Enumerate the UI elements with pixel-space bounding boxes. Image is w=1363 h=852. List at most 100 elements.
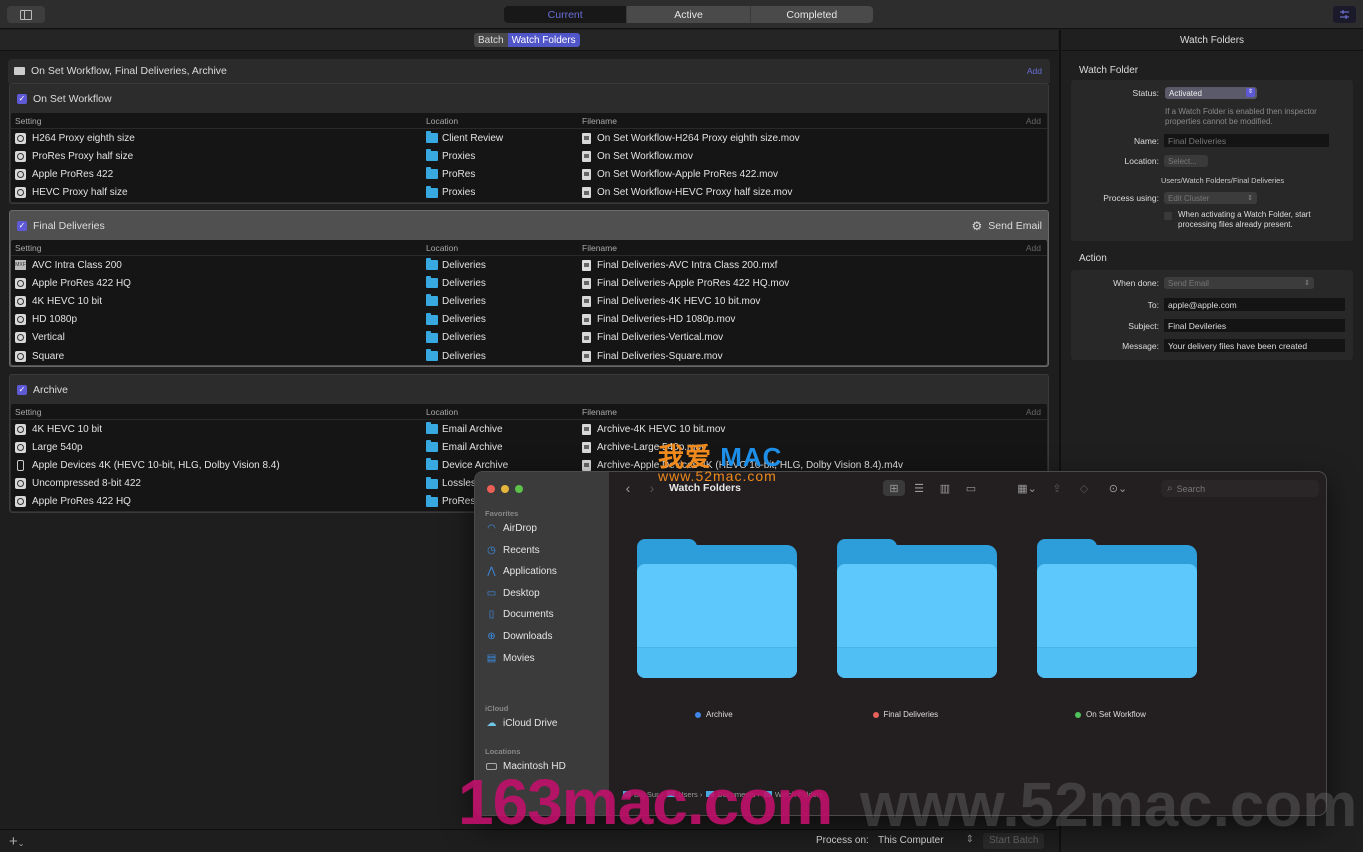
output-filename: Archive-Large 540p.mov	[597, 441, 706, 453]
tag-button[interactable]: ◇	[1075, 480, 1093, 496]
sidebar-item-airdrop[interactable]: ◠ AirDrop	[486, 523, 537, 534]
column-setting[interactable]: Setting	[15, 407, 41, 417]
share-button[interactable]: ⇪	[1049, 480, 1065, 496]
column-location[interactable]: Location	[426, 116, 458, 126]
icon-view-button[interactable]: ⊞	[883, 480, 905, 496]
enable-checkbox[interactable]: ✓	[17, 93, 27, 104]
tab-batch[interactable]: Batch	[474, 33, 508, 47]
inspector-toggle-button[interactable]	[1333, 6, 1356, 23]
group-button[interactable]: ▦⌄	[1014, 480, 1040, 496]
enable-checkbox[interactable]: ✓	[17, 220, 27, 231]
sidebar-item-documents[interactable]: ▯ Documents	[486, 609, 554, 620]
sidebar-item-movies[interactable]: ▤ Movies	[486, 653, 535, 664]
column-setting[interactable]: Setting	[15, 243, 41, 253]
tab-completed[interactable]: Completed	[751, 6, 873, 23]
enable-checkbox[interactable]: ✓	[17, 384, 27, 395]
add-setting-button[interactable]: Add	[1026, 243, 1041, 253]
add-setting-button[interactable]: Add	[1026, 407, 1041, 417]
location-select-button[interactable]: Select...	[1164, 155, 1208, 167]
sidebar-item-downloads[interactable]: ⊕ Downloads	[486, 631, 552, 642]
watch-folder-on-set-workflow[interactable]: ✓ On Set Workflow Setting Location Filen…	[9, 83, 1049, 204]
table-row[interactable]: 4K HEVC 10 bit Email Archive Archive-4K HE…	[11, 420, 1047, 438]
back-button[interactable]: ‹	[621, 480, 635, 496]
folder-icon	[426, 312, 438, 325]
search-field[interactable]: ⌕ Search	[1161, 480, 1319, 497]
subject-field[interactable]: Final Devileries	[1164, 319, 1345, 332]
sidebar-item-macintosh-hd[interactable]: Macintosh HD	[486, 761, 566, 772]
sidebar-item-applications[interactable]: ⋀ Applications	[486, 566, 557, 577]
start-processing-label: When activating a Watch Folder, start pr…	[1178, 210, 1311, 229]
table-row[interactable]: Apple ProRes 422 HQ Deliveries Final Deliv…	[11, 274, 1047, 292]
column-filename[interactable]: Filename	[582, 116, 617, 126]
process-using-popup[interactable]: Edit Cluster ⇕	[1164, 192, 1257, 204]
watch-folder-final-deliveries[interactable]: ✓ Final Deliveries ⚙ Send Email Setting …	[9, 210, 1049, 368]
folder-item[interactable]	[837, 539, 997, 681]
movie-file-icon	[582, 314, 591, 326]
compressor-setting-icon	[15, 150, 26, 162]
table-row[interactable]: MXF AVC Intra Class 200 Deliveries Final De…	[11, 256, 1047, 274]
to-field[interactable]: apple@apple.com	[1164, 298, 1345, 311]
add-watch-folder-button[interactable]: Add	[1027, 66, 1042, 76]
action-indicator[interactable]: ⚙ Send Email	[972, 219, 1042, 233]
location-name: Deliveries	[442, 259, 486, 271]
table-row[interactable]: Square Deliveries Final Deliveries-Square.…	[11, 347, 1047, 365]
list-view-button[interactable]: ☰	[909, 480, 929, 496]
path-segment[interactable]: Watch Folders	[763, 790, 823, 799]
forward-button[interactable]: ›	[645, 480, 659, 496]
gallery-view-button[interactable]: ▭	[961, 480, 981, 496]
column-location[interactable]: Location	[426, 407, 458, 417]
table-row[interactable]: HD 1080p Deliveries Final Deliveries-HD 10…	[11, 311, 1047, 329]
table-row[interactable]: ProRes Proxy half size Proxies On Set Work…	[11, 147, 1047, 165]
sidebar-item-icloud-drive[interactable]: ☁ iCloud Drive	[486, 718, 558, 729]
action-section-title: Action	[1079, 253, 1107, 264]
minimize-button[interactable]	[501, 485, 509, 493]
when-done-popup[interactable]: Send Email ⇕	[1164, 277, 1314, 289]
add-setting-button[interactable]: Add	[1026, 116, 1041, 126]
location-name: Email Archive	[442, 423, 503, 435]
more-actions-button[interactable]: ⊙⌄	[1105, 480, 1131, 496]
folder-label[interactable]: Final Deliveries	[872, 710, 938, 719]
message-field[interactable]: Your delivery files have been created	[1164, 339, 1345, 352]
table-row[interactable]: 4K HEVC 10 bit Deliveries Final Deliveries…	[11, 292, 1047, 310]
sidebar-item-desktop[interactable]: ▭ Desktop	[486, 588, 540, 599]
setting-name: Uncompressed 8-bit 422	[32, 478, 141, 490]
table-row[interactable]: Large 540p Email Archive Archive-Large 540…	[11, 438, 1047, 456]
setting-name: 4K HEVC 10 bit	[32, 295, 103, 307]
tab-watch-folders[interactable]: Watch Folders	[507, 33, 580, 47]
table-row[interactable]: H264 Proxy eighth size Client Review On Se…	[11, 129, 1047, 147]
tab-current[interactable]: Current	[504, 6, 628, 23]
table-row[interactable]: Apple ProRes 422 ProRes On Set Workflow-Ap…	[11, 165, 1047, 183]
path-segment[interactable]: Big Sur ›	[623, 790, 663, 799]
close-button[interactable]	[487, 485, 495, 493]
setting-name: Apple ProRes 422 HQ	[32, 277, 131, 289]
name-field[interactable]: Final Deliveries	[1164, 134, 1329, 147]
column-view-button[interactable]: ▥	[935, 480, 955, 496]
column-filename[interactable]: Filename	[582, 243, 617, 253]
column-location[interactable]: Location	[426, 243, 458, 253]
zoom-button[interactable]	[515, 485, 523, 493]
finder-window: Favorites ◠ AirDrop ◷ Recents ⋀ Applications ▭…	[474, 471, 1327, 816]
start-batch-button[interactable]: Start Batch	[983, 833, 1045, 849]
add-menu-button[interactable]: +⌄	[9, 833, 24, 850]
compressor-setting-icon	[15, 277, 26, 289]
share-icon: ⇪	[1052, 482, 1062, 495]
tab-active[interactable]: Active	[627, 6, 751, 23]
table-row[interactable]: Vertical Deliveries Final Deliveries-Verti…	[11, 329, 1047, 347]
status-popup[interactable]: Activated ⇕	[1165, 87, 1257, 99]
view-switcher-bar: Batch Watch Folders	[0, 30, 1058, 51]
column-setting[interactable]: Setting	[15, 116, 41, 126]
path-segment[interactable]: Users ›	[667, 790, 702, 799]
folder-icon	[1037, 539, 1197, 678]
folder-item[interactable]	[637, 539, 797, 681]
sidebar-item-recents[interactable]: ◷ Recents	[486, 545, 540, 556]
process-on-select[interactable]: This Computer ⇕	[878, 834, 976, 846]
folder-label[interactable]: On Set Workflow	[1075, 710, 1146, 719]
column-filename[interactable]: Filename	[582, 407, 617, 417]
table-row[interactable]: HEVC Proxy half size Proxies On Set Workfl…	[11, 184, 1047, 202]
folder-item[interactable]	[1037, 539, 1197, 681]
path-segment[interactable]: Documents ›	[706, 790, 760, 799]
folder-label[interactable]: Archive	[695, 710, 733, 719]
start-processing-checkbox[interactable]	[1164, 212, 1172, 220]
sidebar-toggle-button[interactable]	[7, 6, 45, 23]
folder-icon	[706, 791, 715, 797]
